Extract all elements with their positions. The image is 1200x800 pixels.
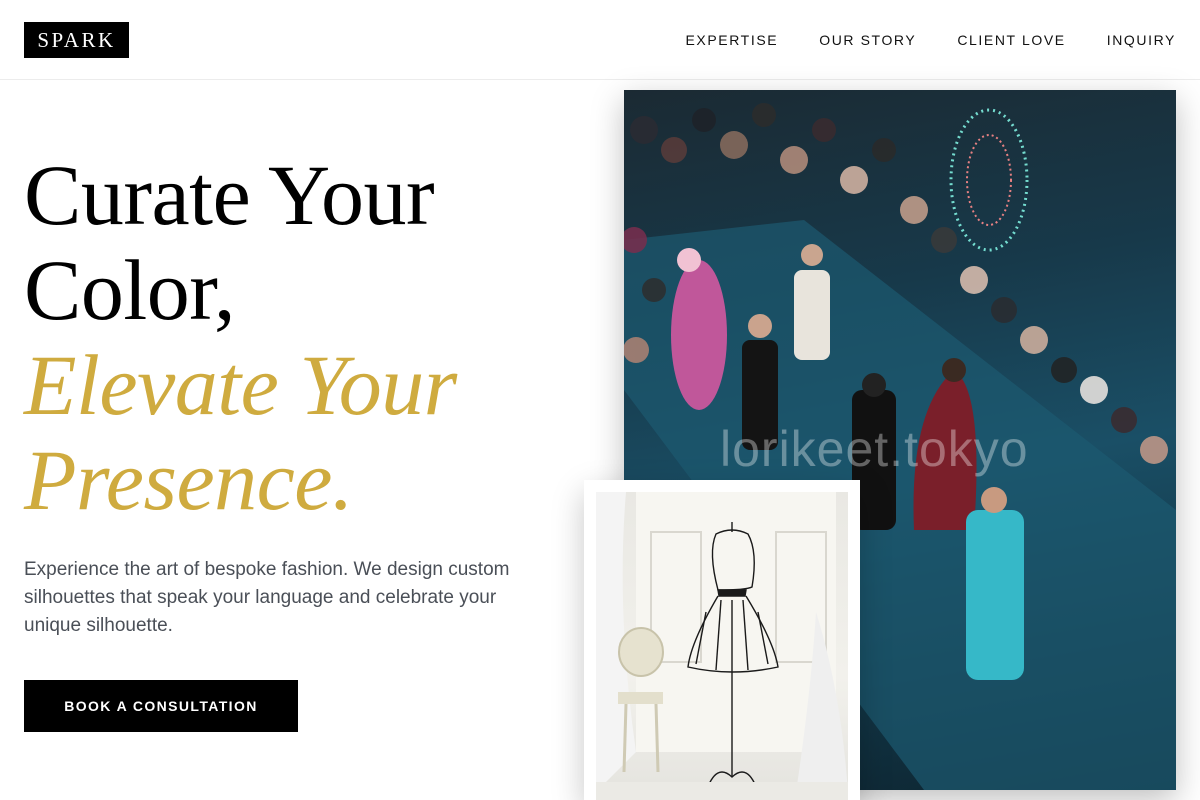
dress-form-icon bbox=[596, 492, 848, 800]
hero-headline: Curate Your Color, Elevate Your Presence… bbox=[24, 148, 584, 528]
nav-item-client-love[interactable]: CLIENT LOVE bbox=[957, 30, 1065, 50]
site-header: SPARK EXPERTISE OUR STORY CLIENT LOVE IN… bbox=[0, 0, 1200, 80]
nav-item-our-story[interactable]: OUR STORY bbox=[819, 30, 916, 50]
dress-form-photo bbox=[596, 492, 848, 800]
nav-item-inquiry[interactable]: INQUIRY bbox=[1107, 30, 1176, 50]
runway-watermark: lorikeet.tokyo bbox=[720, 421, 1029, 477]
main-nav: EXPERTISE OUR STORY CLIENT LOVE INQUIRY bbox=[685, 30, 1176, 50]
headline-accent-line-1: Elevate Your bbox=[24, 337, 457, 433]
headline-line-1: Curate Your bbox=[24, 147, 435, 243]
brand-logo[interactable]: SPARK bbox=[24, 22, 129, 58]
mannequin-photo-card bbox=[584, 480, 860, 800]
headline-accent-line-2: Presence. bbox=[24, 432, 353, 528]
nav-item-expertise[interactable]: EXPERTISE bbox=[685, 30, 778, 50]
hero-description: Experience the art of bespoke fashion. W… bbox=[24, 559, 510, 636]
headline-line-2: Color, bbox=[24, 242, 235, 338]
book-consultation-button[interactable]: BOOK A CONSULTATION bbox=[24, 680, 298, 732]
